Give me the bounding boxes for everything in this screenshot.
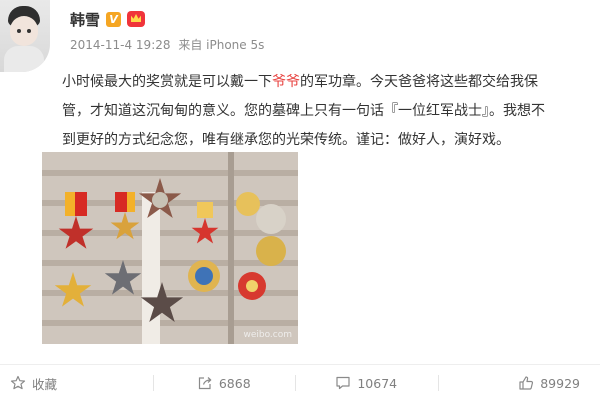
username[interactable]: 韩雪 (70, 9, 100, 30)
medal (140, 282, 184, 326)
content-line: 到更好的方式纪念您，唯有继承您的光荣传统。谨记：做好人，演好戏。 (62, 126, 598, 155)
content-line: 管，才知道这沉甸甸的意义。您的墓碑上只有一句话『一位红军战士』。我想不 (62, 97, 598, 126)
repost-count: 6868 (219, 376, 251, 391)
medal (56, 192, 96, 264)
share-icon (197, 375, 213, 391)
avatar-eye (17, 29, 21, 33)
medal (190, 202, 220, 254)
thumbs-up-icon (518, 375, 534, 391)
medal (138, 178, 182, 222)
post-source: 来自 iPhone 5s (178, 38, 264, 52)
comment-button[interactable]: 10674 (295, 365, 438, 401)
content-text: 小时候最大的奖赏就是可以戴一下 (62, 74, 272, 90)
avatar-face (10, 16, 38, 46)
repost-button[interactable]: 6868 (153, 365, 296, 401)
medal (188, 260, 220, 292)
comment-icon (335, 375, 351, 391)
favorite-button[interactable]: 收藏 (0, 365, 153, 401)
like-button[interactable]: 89929 (438, 365, 600, 401)
vip-crown-icon[interactable] (127, 11, 145, 27)
avatar[interactable] (0, 0, 50, 72)
content-text: 的军功章。今天爸爸将这些都交给我保 (300, 74, 538, 90)
medal (238, 272, 266, 300)
post-meta: 2014-11-4 19:28 来自 iPhone 5s (70, 36, 264, 53)
favorite-label: 收藏 (32, 374, 57, 393)
highlighted-word[interactable]: 爷爷 (272, 74, 300, 90)
photo-watermark: weibo.com (243, 330, 292, 340)
star-icon (10, 375, 26, 391)
like-count: 89929 (540, 376, 580, 391)
content-line: 小时候最大的奖赏就是可以戴一下爷爷的军功章。今天爸爸将这些都交给我保 (62, 68, 598, 97)
post-photo[interactable]: weibo.com (42, 152, 298, 344)
verified-badge-icon[interactable]: V (106, 12, 121, 27)
medal (104, 260, 142, 298)
name-row: 韩雪 V (70, 6, 145, 32)
medal (256, 204, 286, 234)
medal (256, 236, 286, 266)
medal (54, 272, 92, 310)
medal (110, 192, 140, 254)
case-divider (228, 152, 234, 344)
post-content: 小时候最大的奖赏就是可以戴一下爷爷的军功章。今天爸爸将这些都交给我保 管，才知道… (62, 68, 598, 155)
comment-count: 10674 (357, 376, 397, 391)
avatar-shirt (4, 46, 44, 72)
avatar-eye (27, 29, 31, 33)
post-time[interactable]: 2014-11-4 19:28 (70, 38, 171, 52)
action-bar: 收藏 6868 10674 89929 (0, 364, 600, 401)
case-ridge (42, 170, 298, 176)
